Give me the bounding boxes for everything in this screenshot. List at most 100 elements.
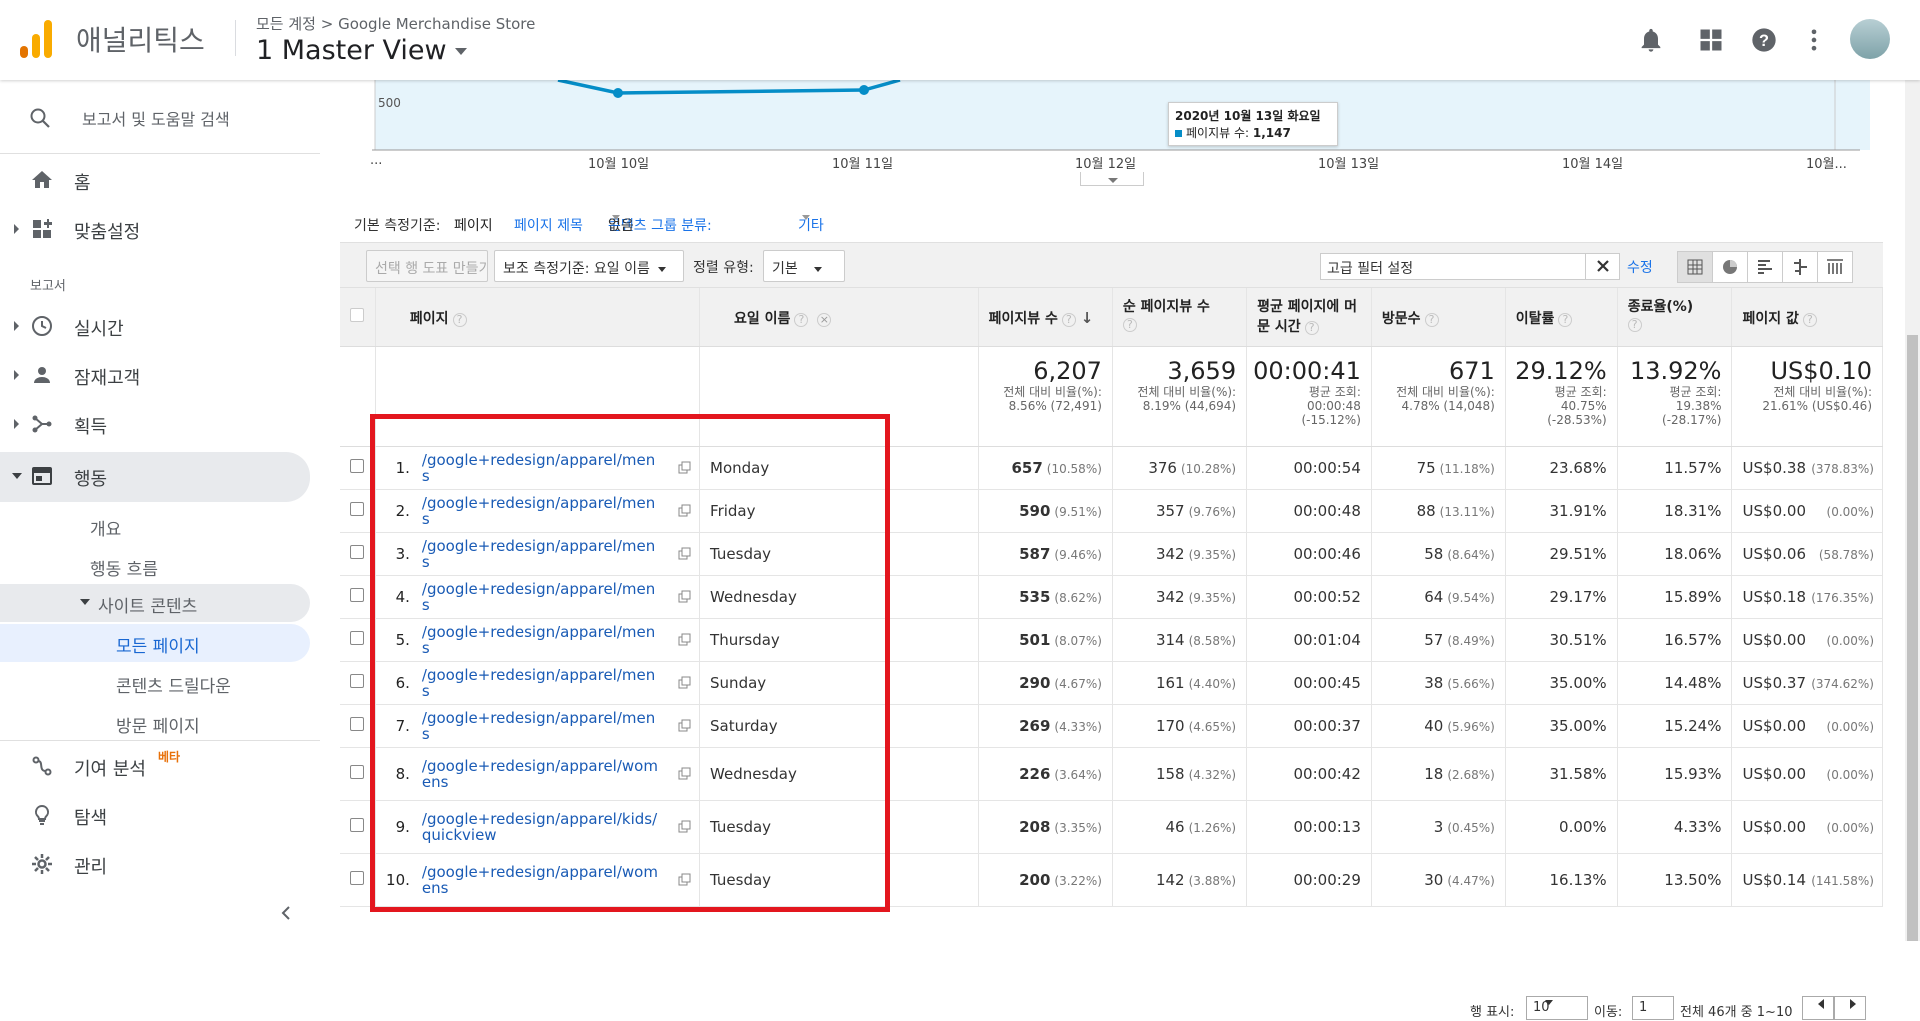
header-day-name[interactable]: 요일 이름? ×	[699, 288, 979, 347]
scrollbar-thumb[interactable]	[1907, 335, 1918, 941]
header-unique-pageviews[interactable]: 순 페이지뷰 수?	[1112, 288, 1248, 347]
chart-resize-handle[interactable]	[1080, 172, 1144, 186]
table-view-button[interactable]	[1677, 251, 1713, 283]
header-page[interactable]: 페이지?	[375, 288, 701, 347]
sidebar-item-all-pages[interactable]: 모든 페이지	[0, 624, 310, 662]
sidebar-item-home[interactable]: 홈	[0, 156, 310, 204]
row-checkbox[interactable]	[350, 716, 365, 731]
next-page-button[interactable]	[1834, 996, 1866, 1020]
header-entrances[interactable]: 방문수?	[1371, 288, 1506, 347]
sidebar-item-customization[interactable]: 맞춤설정	[0, 205, 310, 253]
pageviews-pct: (9.46%)	[1054, 547, 1102, 562]
entrances-value: 40	[1424, 716, 1444, 735]
help-icon[interactable]: ?	[1424, 313, 1439, 327]
remove-dimension-icon[interactable]: ×	[817, 313, 832, 327]
clear-filter-button[interactable]	[1585, 253, 1619, 280]
exit-rate-cell: 15.93%	[1617, 747, 1733, 801]
sort-type-select[interactable]: 기본	[763, 250, 845, 282]
sidebar-item-behavior[interactable]: 행동	[0, 452, 310, 502]
breadcrumb[interactable]: 모든 계정 > Google Merchandise Store	[256, 13, 535, 34]
help-icon[interactable]: ?	[1061, 313, 1076, 327]
apps-grid-icon[interactable]	[1697, 26, 1725, 54]
header-page-value[interactable]: 페이지 값?	[1731, 288, 1883, 347]
view-selector[interactable]: 1 Master View	[256, 35, 467, 66]
more-vert-icon[interactable]	[1800, 26, 1828, 54]
row-checkbox[interactable]	[350, 870, 365, 885]
pivot-view-button[interactable]	[1817, 251, 1853, 283]
comparison-view-button[interactable]	[1782, 251, 1818, 283]
header-bounce-rate[interactable]: 이탈률?	[1505, 288, 1618, 347]
dimension-page-title[interactable]: 페이지 제목	[514, 215, 583, 235]
sidebar-item-behavior-flow[interactable]: 행동 흐름	[90, 547, 290, 585]
header-label: 페이지	[409, 311, 449, 327]
avg-time-cell: 00:00:54	[1246, 446, 1372, 490]
row-checkbox[interactable]	[350, 501, 365, 516]
sidebar-item-landing-pages[interactable]: 방문 페이지	[116, 704, 306, 742]
dashboard-icon	[33, 219, 52, 238]
help-icon[interactable]: ?	[1558, 313, 1573, 327]
sidebar-item-content-drilldown[interactable]: 콘텐츠 드릴다운	[116, 664, 306, 702]
goto-page-input[interactable]: 1	[1632, 996, 1674, 1020]
bell-icon[interactable]	[1637, 26, 1665, 54]
page-scrollbar[interactable]	[1905, 80, 1920, 941]
help-icon[interactable]: ?	[1304, 321, 1319, 335]
row-checkbox[interactable]	[350, 817, 365, 832]
pageviews-pct: (3.35%)	[1054, 820, 1102, 835]
rows-per-page-select[interactable]: 10	[1526, 996, 1588, 1020]
edit-filter-link[interactable]: 수정	[1627, 257, 1653, 277]
pageviews-value: 657	[1011, 458, 1043, 477]
header-exit-rate[interactable]: 종료율(%)?	[1617, 288, 1733, 347]
sidebar-search[interactable]: 보고서 및 도움말 검색	[0, 80, 320, 154]
data-point[interactable]	[613, 88, 623, 98]
unique-pageviews-value: 170	[1155, 716, 1185, 735]
total-value: 13.92%	[1629, 356, 1722, 385]
dimension-page[interactable]: 페이지	[454, 215, 493, 235]
total-value: 6,207	[1033, 356, 1102, 385]
page-value-pct: (176.35%)	[1811, 590, 1874, 605]
pie-view-button[interactable]	[1712, 251, 1748, 283]
row-checkbox[interactable]	[350, 764, 365, 779]
help-icon[interactable]: ?	[1802, 313, 1817, 327]
pageviews-value: 200	[1019, 870, 1051, 889]
entrances-value: 3	[1433, 817, 1444, 836]
plot-rows-button[interactable]: 선택 행 도표 만들기	[366, 250, 488, 282]
prev-page-button[interactable]	[1802, 996, 1834, 1020]
secondary-dimension-select[interactable]: 보조 측정기준: 요일 이름	[494, 250, 684, 282]
account-avatar[interactable]	[1850, 19, 1890, 59]
help-icon[interactable]: ?	[1122, 318, 1137, 332]
unique-pageviews-pct: (4.40%)	[1188, 676, 1237, 691]
row-checkbox[interactable]	[350, 673, 365, 688]
help-icon[interactable]: ?	[1627, 318, 1642, 332]
row-checkbox[interactable]	[350, 544, 365, 559]
row-checkbox[interactable]	[350, 458, 365, 473]
sidebar-item-acquisition[interactable]: 획득	[0, 400, 310, 448]
sidebar-item-overview[interactable]: 개요	[90, 507, 290, 545]
help-icon[interactable]: ?	[452, 313, 467, 327]
grid-icon	[1687, 259, 1703, 275]
help-icon[interactable]: ?	[1750, 26, 1778, 54]
sidebar-item-audience[interactable]: 잠재고객	[0, 351, 310, 399]
sidebar-item-admin[interactable]: 관리	[0, 840, 310, 888]
total-caption: 8.56% (72,491)	[1008, 398, 1102, 413]
data-point[interactable]	[859, 85, 869, 95]
header-avg-time[interactable]: 평균 페이지에 머문 시간?	[1246, 288, 1372, 347]
total-caption: 평균 조회:	[1308, 384, 1361, 399]
row-checkbox[interactable]	[350, 587, 365, 602]
reports-section-header: 보고서	[30, 279, 66, 294]
pageviews-pct: (8.07%)	[1054, 633, 1102, 648]
help-icon[interactable]: ?	[794, 313, 809, 327]
sidebar-item-site-content[interactable]: 사이트 콘텐츠	[0, 584, 310, 622]
header-pageviews[interactable]: 페이지뷰 수? ↓	[978, 288, 1113, 347]
unique-pageviews-cell: 342 (9.35%)	[1112, 532, 1248, 576]
performance-view-button[interactable]	[1747, 251, 1783, 283]
analytics-logo[interactable]	[20, 20, 52, 58]
page-value-cell: US$0.37 (374.62%)	[1731, 661, 1883, 705]
header-label: 순 페이지뷰 수	[1122, 299, 1210, 315]
sidebar-item-discover[interactable]: 탐색	[0, 791, 310, 839]
row-checkbox[interactable]	[350, 630, 365, 645]
sidebar-item-attribution[interactable]: 기여 분석 베타	[0, 742, 310, 790]
sidebar-item-realtime[interactable]: 실시간	[0, 302, 310, 350]
collapse-sidebar-icon[interactable]	[278, 905, 294, 921]
advanced-filter-input[interactable]: 고급 필터 설정	[1320, 253, 1620, 280]
select-all-checkbox[interactable]	[350, 307, 365, 322]
